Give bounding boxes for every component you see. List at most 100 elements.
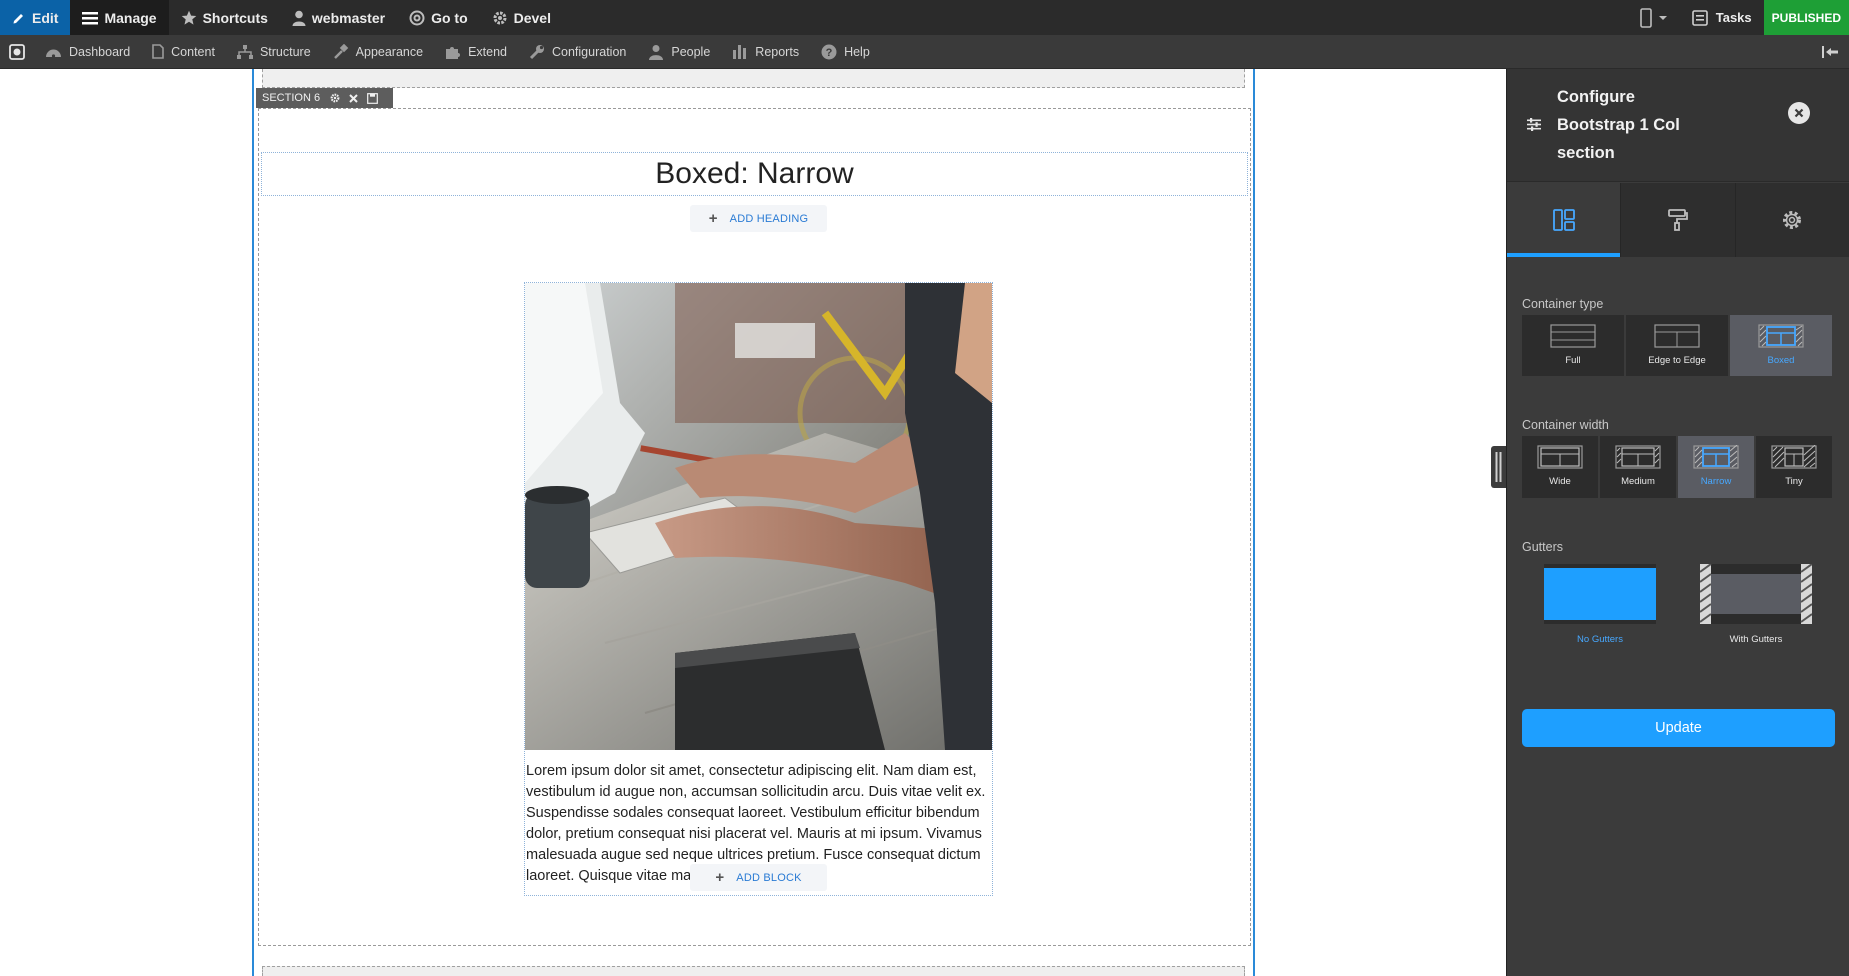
- device-preview-dropdown[interactable]: [1628, 0, 1680, 35]
- add-heading-label: ADD HEADING: [729, 212, 809, 225]
- tasks-button[interactable]: Tasks: [1680, 9, 1764, 26]
- container-width-medium[interactable]: Medium: [1600, 436, 1676, 498]
- menu-item-dashboard[interactable]: Dashboard: [34, 35, 141, 69]
- office-photo: [525, 283, 992, 750]
- tab-layout[interactable]: [1507, 183, 1622, 257]
- option-label: Narrow: [1700, 476, 1732, 487]
- edit-button[interactable]: Edit: [0, 0, 71, 35]
- menu-item-label: Content: [171, 44, 215, 59]
- panel-header: Configure Bootstrap 1 Col section: [1507, 69, 1849, 182]
- option-label: Tiny: [1785, 476, 1803, 487]
- menu-item-label: Help: [844, 44, 870, 59]
- people-icon: [649, 44, 664, 60]
- content-block[interactable]: Lorem ipsum dolor sit amet, consectetur …: [524, 282, 993, 896]
- edge-to-edge-icon: [1654, 324, 1700, 348]
- goto-label: Go to: [431, 9, 468, 26]
- container-width-tiny[interactable]: Tiny: [1756, 436, 1832, 498]
- option-label: Edge to Edge: [1648, 355, 1706, 366]
- plus-icon: +: [715, 869, 725, 886]
- menu-item-help[interactable]: ? Help: [810, 35, 881, 69]
- top-toolbar: Edit Manage Shortcuts webmaster Go to De…: [0, 0, 1849, 35]
- reports-icon: [733, 45, 747, 59]
- tab-style[interactable]: [1621, 183, 1736, 257]
- tasks-list-icon: [1691, 9, 1708, 26]
- narrow-width-icon: [1693, 445, 1739, 469]
- container-width-narrow[interactable]: Narrow: [1678, 436, 1754, 498]
- tasks-label: Tasks: [1715, 10, 1752, 25]
- menu-item-appearance[interactable]: Appearance: [322, 35, 434, 69]
- published-status-badge[interactable]: PUBLISHED: [1763, 0, 1849, 35]
- menu-item-reports[interactable]: Reports: [721, 35, 810, 69]
- save-icon: [367, 92, 378, 104]
- manage-button[interactable]: Manage: [70, 0, 169, 35]
- container-type-boxed[interactable]: Boxed: [1730, 315, 1832, 376]
- section-remove-button[interactable]: [349, 93, 358, 103]
- collapse-left-icon: [1822, 45, 1838, 58]
- section-save-button[interactable]: [367, 92, 378, 104]
- full-width-icon: [1550, 324, 1596, 348]
- wide-width-icon: [1537, 445, 1583, 469]
- sliders-icon: [1527, 118, 1541, 131]
- admin-menu: Dashboard Content Structure Appearance E…: [0, 35, 1849, 69]
- configure-section-panel: Configure Bootstrap 1 Col section Contai…: [1506, 69, 1849, 976]
- container-type-options: Full Edge to Edge Boxed: [1522, 315, 1834, 376]
- user-icon: [292, 10, 306, 26]
- gutters-with-option[interactable]: With Gutters: [1700, 564, 1812, 645]
- option-label: Medium: [1621, 476, 1655, 487]
- shortcuts-button[interactable]: Shortcuts: [169, 0, 280, 35]
- menu-item-label: Reports: [755, 44, 800, 59]
- layout-icon: [1552, 209, 1575, 231]
- goto-button[interactable]: Go to: [397, 0, 480, 35]
- next-section[interactable]: [262, 966, 1245, 976]
- menu-item-configuration[interactable]: Configuration: [518, 35, 637, 69]
- add-block-label: ADD BLOCK: [736, 871, 802, 884]
- container-type-full[interactable]: Full: [1522, 315, 1624, 376]
- previous-section[interactable]: [262, 69, 1245, 88]
- gear-icon: [1783, 211, 1802, 229]
- pencil-icon: [13, 13, 23, 23]
- appearance-icon: [333, 43, 348, 59]
- shortcuts-label: Shortcuts: [202, 9, 268, 26]
- gutters-none-option[interactable]: No Gutters: [1544, 564, 1656, 645]
- menu-item-content[interactable]: Content: [141, 35, 226, 69]
- tab-settings[interactable]: [1736, 183, 1849, 257]
- close-icon: [1794, 108, 1804, 118]
- user-button[interactable]: webmaster: [280, 0, 397, 35]
- menu-item-structure[interactable]: Structure: [226, 35, 322, 69]
- drupal-home-icon: [9, 43, 25, 60]
- home-button[interactable]: [0, 35, 34, 69]
- option-label: Boxed: [1767, 355, 1795, 366]
- layout-builder-canvas: SECTION 6 Boxed: Narrow + ADD HEADING Lo…: [252, 69, 1255, 976]
- menu-item-extend[interactable]: Extend: [434, 35, 518, 69]
- close-panel-button[interactable]: [1788, 102, 1810, 124]
- menu-item-label: Dashboard: [69, 44, 131, 59]
- add-block-button[interactable]: + ADD BLOCK: [690, 864, 827, 891]
- boxed-icon: [1758, 324, 1804, 348]
- add-heading-button[interactable]: + ADD HEADING: [690, 205, 827, 232]
- star-icon: [181, 10, 196, 25]
- medium-width-icon: [1615, 445, 1661, 469]
- gear-icon: [493, 11, 507, 24]
- heading-block[interactable]: Boxed: Narrow: [261, 152, 1248, 196]
- section-settings-button[interactable]: [330, 93, 340, 103]
- grip-icon: [1495, 452, 1502, 482]
- hamburger-icon: [82, 11, 99, 24]
- chevron-down-icon: [1658, 15, 1667, 20]
- menu-item-people[interactable]: People: [637, 35, 721, 69]
- configuration-icon: [529, 44, 544, 59]
- gutters-label: Gutters: [1522, 540, 1563, 554]
- update-button[interactable]: Update: [1522, 709, 1835, 747]
- section-region: Boxed: Narrow + ADD HEADING Lorem ipsum …: [258, 108, 1251, 946]
- container-width-label: Container width: [1522, 418, 1609, 432]
- panel-resize-handle[interactable]: [1491, 446, 1506, 488]
- devel-button[interactable]: Devel: [480, 0, 563, 35]
- container-type-edge-to-edge[interactable]: Edge to Edge: [1626, 315, 1728, 376]
- no-gutters-icon: [1544, 564, 1656, 624]
- page-heading: Boxed: Narrow: [655, 157, 854, 190]
- manage-label: Manage: [104, 9, 157, 26]
- container-width-wide[interactable]: Wide: [1522, 436, 1598, 498]
- section-label: SECTION 6: [262, 92, 321, 104]
- with-gutters-icon: [1700, 564, 1812, 624]
- menu-item-label: Appearance: [355, 44, 424, 59]
- toolbar-orientation-toggle[interactable]: [1811, 35, 1849, 69]
